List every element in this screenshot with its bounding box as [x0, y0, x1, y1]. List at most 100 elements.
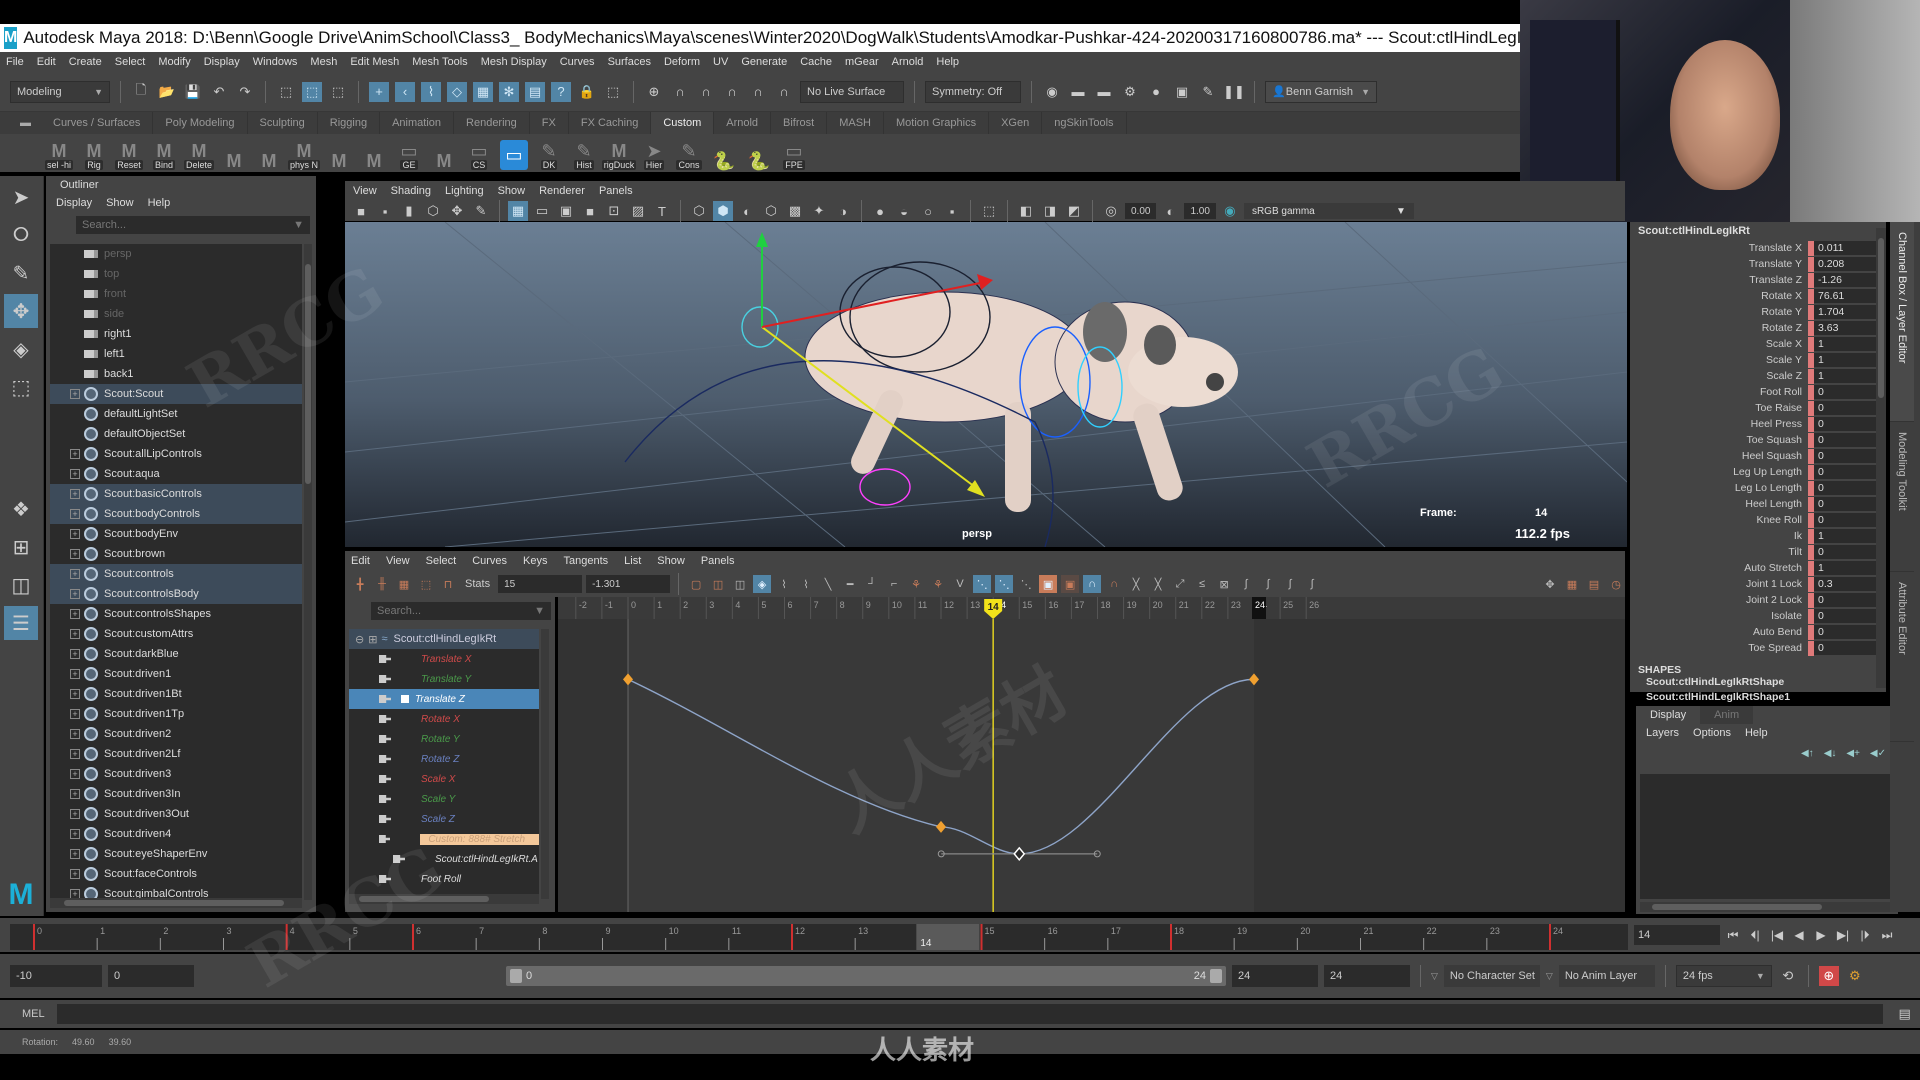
- auto-tangent-icon[interactable]: ◈: [753, 575, 772, 593]
- insert-keys-icon[interactable]: ╫: [373, 575, 391, 593]
- default-material-icon[interactable]: ◐: [737, 201, 757, 221]
- move-layer-up-icon[interactable]: ◀↑: [1801, 748, 1814, 759]
- attribute-value-field[interactable]: 0: [1814, 624, 1876, 640]
- hypershade-icon[interactable]: ●: [1146, 82, 1166, 102]
- channel-box-attribute[interactable]: Foot Roll 0: [1630, 384, 1886, 400]
- attribute-value-field[interactable]: 1: [1814, 368, 1876, 384]
- shelf-button-delete[interactable]: M Delete: [184, 136, 215, 170]
- outliner-item[interactable]: + Scout:driven1Bt: [50, 684, 302, 704]
- channel-box-attribute[interactable]: Translate Y 0.208: [1630, 256, 1886, 272]
- channel-box-attribute[interactable]: Ik 1: [1630, 528, 1886, 544]
- ambient-occlusion-icon[interactable]: ●: [870, 201, 890, 221]
- bookmark-icon[interactable]: ▮: [399, 201, 419, 221]
- menu-generate[interactable]: Generate: [741, 56, 787, 68]
- layer-tab-display[interactable]: Display: [1636, 706, 1701, 724]
- channel-box-attribute[interactable]: Auto Stretch 1: [1630, 560, 1886, 576]
- shelf-button-icon-5[interactable]: M: [219, 136, 249, 170]
- attribute-value-field[interactable]: 0: [1814, 592, 1876, 608]
- expand-icon[interactable]: +: [70, 489, 80, 499]
- go-to-start-icon[interactable]: ⏮: [1724, 928, 1742, 943]
- attribute-value-field[interactable]: 1: [1814, 528, 1876, 544]
- outliner-item[interactable]: + Scout:allLipControls: [50, 444, 302, 464]
- move-layer-down-icon[interactable]: ◀↓: [1824, 748, 1837, 759]
- mask-misc-icon[interactable]: ?: [551, 81, 571, 102]
- gamma-field[interactable]: 1.00: [1184, 203, 1216, 219]
- 2d-pan-zoom-icon[interactable]: ✥: [447, 201, 467, 221]
- xray-active-icon[interactable]: ◨: [1040, 201, 1060, 221]
- range-start-handle[interactable]: [510, 969, 522, 983]
- attribute-value-field[interactable]: 76.61: [1814, 288, 1876, 304]
- layer-tab-anim[interactable]: Anim: [1700, 706, 1754, 724]
- safe-action-icon[interactable]: ▨: [628, 201, 648, 221]
- channel-box-attribute[interactable]: Translate X 0.011: [1630, 240, 1886, 256]
- gate-mask-icon[interactable]: ■: [580, 201, 600, 221]
- clamped-tangent-icon[interactable]: ⌇: [797, 575, 815, 593]
- graph-editor-menu-view[interactable]: View: [386, 555, 410, 567]
- outliner-item[interactable]: persp: [50, 244, 302, 264]
- command-input[interactable]: [56, 1004, 1883, 1024]
- menu-display[interactable]: Display: [204, 56, 240, 68]
- select-hierarchy-icon[interactable]: ⬚: [276, 82, 296, 102]
- mask-surfaces-icon[interactable]: ◇: [447, 81, 467, 102]
- shelf-tab-animation[interactable]: Animation: [380, 112, 455, 134]
- post-infinity-icon[interactable]: ≤: [1193, 575, 1211, 593]
- outliner-item[interactable]: back1: [50, 364, 302, 384]
- graph-view-canvas[interactable]: -2-1012345678910111213141516171819202122…: [558, 597, 1625, 912]
- snap-view-plane-icon[interactable]: ∩: [722, 82, 742, 102]
- shelf-tab-motion-graphics[interactable]: Motion Graphics: [884, 112, 990, 134]
- channel-box-attribute[interactable]: Heel Press 0: [1630, 416, 1886, 432]
- cycle-icon[interactable]: ∫: [1237, 575, 1255, 593]
- menu-help[interactable]: Help: [936, 56, 959, 68]
- script-editor-icon[interactable]: ▤: [1895, 1004, 1915, 1024]
- expand-icon[interactable]: +: [70, 449, 80, 459]
- shelf-button-hier[interactable]: ➤ Hier: [639, 136, 669, 170]
- shelf-button-sel-hi[interactable]: Msel -hi: [44, 136, 74, 170]
- stats-value-field[interactable]: -1.301: [586, 575, 671, 593]
- render-view-icon[interactable]: ◉: [1042, 82, 1062, 102]
- shelf-button-rigduck[interactable]: MrigDuck: [601, 136, 637, 170]
- viewport-menu-view[interactable]: View: [353, 185, 377, 197]
- ipr-render-icon[interactable]: ▬: [1094, 82, 1114, 102]
- time-snap-icon[interactable]: ∩: [1083, 575, 1102, 593]
- menu-edit[interactable]: Edit: [37, 56, 56, 68]
- render-current-icon[interactable]: ▬: [1068, 82, 1088, 102]
- menu-curves[interactable]: Curves: [560, 56, 595, 68]
- outliner-item[interactable]: + Scout:driven4: [50, 824, 302, 844]
- mask-curves-icon[interactable]: ⌇: [421, 81, 441, 102]
- anti-aliasing-icon[interactable]: ○: [918, 201, 938, 221]
- unify-tangents-icon[interactable]: ⋱: [973, 575, 992, 593]
- viewport-menu-show[interactable]: Show: [498, 185, 526, 197]
- redo-icon[interactable]: ↷: [235, 82, 255, 102]
- side-tab-channel-box-layer-editor[interactable]: Channel Box / Layer Editor: [1890, 222, 1914, 422]
- outliner-vertical-scrollbar[interactable]: [304, 244, 312, 900]
- graph-editor-channel[interactable]: Scale Y: [349, 789, 539, 809]
- shelf-button-icon-19[interactable]: 🐍: [709, 136, 739, 170]
- expand-icon[interactable]: +: [70, 769, 80, 779]
- shape-node[interactable]: Scout:ctlHindLegIkRtShape1: [1630, 691, 1886, 706]
- playback-start-field[interactable]: 0: [108, 965, 194, 987]
- paint-select-tool-icon[interactable]: ✎: [4, 256, 38, 290]
- shelf-button-icon-9[interactable]: M: [359, 136, 389, 170]
- menu-uv[interactable]: UV: [713, 56, 728, 68]
- expand-icon[interactable]: +: [70, 569, 80, 579]
- expand-icon[interactable]: +: [70, 589, 80, 599]
- outliner-item[interactable]: + Scout:driven3Out: [50, 804, 302, 824]
- motion-blur-icon[interactable]: ◒: [894, 201, 914, 221]
- snap-grid-icon[interactable]: ⊕: [644, 82, 664, 102]
- plateau-tangent-icon[interactable]: ⌐: [885, 575, 903, 593]
- graph-editor-channel[interactable]: Translate X: [349, 649, 539, 669]
- field-chart-icon[interactable]: ⊡: [604, 201, 624, 221]
- attribute-value-field[interactable]: 0: [1814, 400, 1876, 416]
- layer-list[interactable]: [1640, 774, 1892, 899]
- grid-icon[interactable]: ▦: [508, 201, 528, 221]
- outliner-menu-help[interactable]: Help: [148, 197, 171, 209]
- symmetry-dropdown[interactable]: Symmetry: Off: [925, 80, 1021, 103]
- keyframe-selected[interactable]: [1013, 846, 1026, 862]
- step-forward-frame-icon[interactable]: |⏵: [1856, 928, 1874, 943]
- open-trax-editor-icon[interactable]: ▤: [1585, 575, 1603, 593]
- mask-deformers-icon[interactable]: ▦: [473, 81, 493, 102]
- lock-selection-icon[interactable]: 🔒: [577, 82, 597, 102]
- channel-box-attribute[interactable]: Scale Z 1: [1630, 368, 1886, 384]
- channel-box-attribute[interactable]: Leg Up Length 0: [1630, 464, 1886, 480]
- channel-box-attribute[interactable]: Rotate X 76.61: [1630, 288, 1886, 304]
